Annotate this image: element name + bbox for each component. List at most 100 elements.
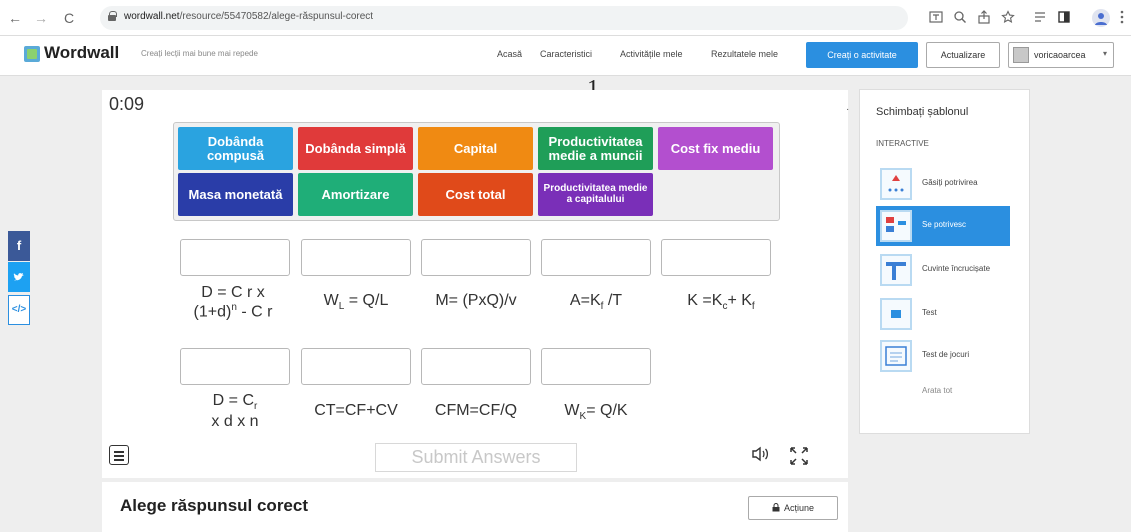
action-label: Acțiune	[783, 503, 815, 513]
game-menu-icon[interactable]	[109, 445, 129, 465]
bookmark-star-icon[interactable]	[1000, 10, 1016, 26]
site-header: Wordwall Creați lecții mai bune mai repe…	[0, 36, 1131, 76]
formula-5: K =Kc+ Kf	[661, 292, 781, 313]
browser-toolbar: ← → C wordwall.net/resource/55470582/ale…	[0, 0, 1131, 36]
drop-slot-6[interactable]	[180, 348, 290, 385]
translate-icon[interactable]	[928, 10, 944, 26]
drop-slot-4[interactable]	[541, 239, 651, 276]
template-find-match[interactable]: Găsiți potrivirea	[876, 164, 1010, 204]
submit-answers-button[interactable]: Submit Answers	[375, 443, 577, 472]
formula-3: M= (PxQ)/v	[435, 292, 517, 309]
tile-cost-total[interactable]: Cost total	[418, 173, 533, 216]
profile-avatar[interactable]	[1092, 9, 1110, 27]
match-up-thumbnail	[880, 210, 912, 242]
twitter-share-button[interactable]	[8, 262, 30, 292]
timer: 0:09	[109, 94, 145, 114]
formula-1-tail: - C r	[236, 303, 273, 321]
share-icon[interactable]	[976, 10, 992, 26]
template-label: Găsiți potrivirea	[922, 178, 978, 187]
tile-cost-fix-mediu[interactable]: Cost fix mediu	[658, 127, 773, 170]
tagline: Creați lecții mai bune mai repede	[141, 49, 258, 58]
show-all-link[interactable]: Arata tot	[922, 386, 952, 395]
tile-masa-monetata[interactable]: Masa monetată	[178, 173, 293, 216]
gameshow-quiz-thumbnail	[880, 340, 912, 372]
tile-capital[interactable]: Capital	[418, 127, 533, 170]
find-match-thumbnail	[880, 168, 912, 200]
formula-6-sub: r	[254, 401, 258, 413]
formula-7: CT=CF+CV	[314, 402, 398, 419]
formula-5-sub2: f	[751, 301, 755, 313]
tile-amortizare[interactable]: Amortizare	[298, 173, 413, 216]
url-path: /resource/55470582/alege-răspunsul-corec…	[179, 11, 374, 22]
facebook-share-button[interactable]: f	[8, 231, 30, 261]
browser-menu-icon[interactable]	[1114, 10, 1130, 26]
formula-5-pre: K =K	[687, 292, 723, 309]
formula-8: CFM=CF/Q	[434, 402, 518, 419]
wordwall-logo-icon[interactable]	[24, 46, 40, 62]
nav-my-activities[interactable]: Activitățile mele	[620, 49, 683, 59]
reading-list-icon[interactable]	[1032, 10, 1048, 26]
template-crossword[interactable]: Cuvinte încrucișate	[876, 250, 1010, 290]
drop-slot-5[interactable]	[661, 239, 771, 276]
formula-6-pre: D = C	[212, 392, 254, 409]
formula-9-post: = Q/K	[586, 402, 628, 419]
game-panel: 0:09 · Dobânda compusă Dobânda simplă Ca…	[102, 90, 849, 478]
embed-button[interactable]: </>	[8, 295, 30, 325]
crossword-thumbnail	[880, 254, 912, 286]
reload-icon[interactable]: C	[60, 9, 78, 27]
side-panel-icon[interactable]	[1056, 10, 1072, 26]
drop-slot-7[interactable]	[301, 348, 411, 385]
formula-6-line1: D = Cr	[180, 392, 290, 413]
template-side-panel: Schimbați șablonul INTERACTIVE Găsiți po…	[859, 89, 1030, 434]
template-gameshow-quiz[interactable]: Test de jocuri	[876, 336, 1010, 376]
formula-1-line2: (1+d)n - C r	[168, 302, 298, 322]
quiz-thumbnail	[880, 298, 912, 330]
tile-productivitatea-capitalului[interactable]: Productivitatea medie a capitalului	[538, 173, 653, 216]
formula-4-post: /T	[603, 292, 623, 309]
formula-6: D = Cr x d x n	[180, 392, 290, 431]
formula-9-pre: W	[564, 402, 580, 419]
update-button[interactable]: Actualizare	[926, 42, 1000, 68]
template-match-up[interactable]: Se potrivesc	[876, 206, 1010, 246]
nav-home[interactable]: Acasă	[497, 49, 522, 59]
user-name: voricaoarcea	[1034, 50, 1086, 60]
formula-1-line1: D = C r x	[201, 284, 265, 301]
template-label: Cuvinte încrucișate	[922, 264, 991, 273]
drop-slot-1[interactable]	[180, 239, 290, 276]
nav-my-results[interactable]: Rezultatele mele	[711, 49, 778, 59]
activity-title: Alege răspunsul corect	[120, 496, 309, 515]
back-icon[interactable]: ←	[6, 9, 24, 27]
create-activity-button[interactable]: Creați o activitate	[806, 42, 918, 68]
url-text[interactable]: wordwall.net/resource/55470582/alege-răs…	[124, 11, 373, 22]
drop-slot-8[interactable]	[421, 348, 531, 385]
action-button[interactable]: Acțiune	[748, 496, 838, 520]
template-label: Test	[922, 308, 937, 317]
user-menu[interactable]: voricaoarcea ▾	[1008, 42, 1114, 68]
tile-dobanda-simpla[interactable]: Dobânda simplă	[298, 127, 413, 170]
section-interactive: INTERACTIVE	[876, 139, 929, 148]
user-avatar	[1013, 47, 1029, 63]
answer-tray: Dobânda compusă Dobânda simplă Capital P…	[173, 122, 780, 221]
drop-slot-9[interactable]	[541, 348, 651, 385]
template-label: Se potrivesc	[922, 220, 967, 229]
formula-9: WK= Q/K	[541, 402, 651, 423]
chevron-down-icon: ▾	[1103, 49, 1108, 58]
tile-productivitatea-muncii[interactable]: Productivitatea medie a muncii	[538, 127, 653, 170]
template-quiz[interactable]: Test	[876, 294, 1010, 334]
zoom-icon[interactable]	[952, 10, 968, 26]
forward-icon[interactable]: →	[32, 9, 50, 27]
url-domain: wordwall.net	[124, 11, 180, 22]
drop-slot-3[interactable]	[421, 239, 531, 276]
twitter-icon	[13, 273, 24, 281]
drop-slot-2[interactable]	[301, 239, 411, 276]
tile-dobanda-compusa[interactable]: Dobânda compusă	[178, 127, 293, 170]
wordwall-logo[interactable]: Wordwall	[44, 43, 119, 63]
formula-2: WL = Q/L	[301, 292, 411, 313]
formula-1: D = C r x (1+d)n - C r	[168, 284, 298, 322]
formula-4: A=Kf /T	[541, 292, 651, 313]
formula-1-base: (1+d)	[193, 303, 232, 321]
formula-5-mid: + K	[727, 292, 752, 309]
sound-icon[interactable]	[751, 446, 771, 466]
nav-features[interactable]: Caracteristici	[540, 49, 592, 59]
fullscreen-icon[interactable]	[788, 446, 810, 468]
